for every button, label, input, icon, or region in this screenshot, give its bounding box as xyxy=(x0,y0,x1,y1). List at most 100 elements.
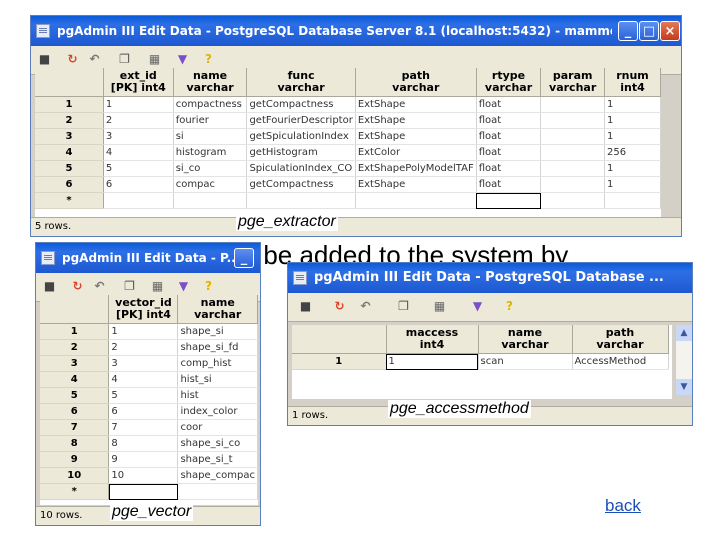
table-cell[interactable]: getFourierDescriptor xyxy=(246,112,356,129)
table-cell[interactable]: ExtColor xyxy=(355,144,477,161)
table-cell[interactable]: shape_compac xyxy=(177,467,258,484)
table-cell[interactable]: AccessMethod xyxy=(572,353,669,370)
row-header[interactable]: 8 xyxy=(40,435,110,452)
table-cell[interactable]: si xyxy=(173,128,248,145)
row-header[interactable]: 9 xyxy=(40,451,110,468)
column-header[interactable]: name varchar xyxy=(177,295,258,324)
table-cell[interactable]: float xyxy=(476,112,542,129)
close-button[interactable]: × xyxy=(660,21,680,41)
column-header[interactable]: name varchar xyxy=(478,325,573,354)
filter-icon[interactable]: ▼ xyxy=(176,279,191,294)
table-cell[interactable]: ExtShapePolyModelTAF xyxy=(355,160,477,177)
filter-icon[interactable]: ▼ xyxy=(470,299,485,314)
delete-icon[interactable]: ▦ xyxy=(147,52,162,67)
row-header[interactable]: 4 xyxy=(40,371,110,388)
table-cell[interactable] xyxy=(540,192,605,209)
table-cell[interactable]: si_co xyxy=(173,160,248,177)
table-cell[interactable]: 1 xyxy=(108,323,179,340)
delete-icon[interactable]: ▦ xyxy=(432,299,447,314)
title-bar[interactable]: pgAdmin III Edit Data - P... _ xyxy=(36,243,260,273)
table-cell[interactable]: coor xyxy=(177,419,258,436)
table-cell[interactable]: getHistogram xyxy=(246,144,356,161)
row-header[interactable]: 6 xyxy=(35,176,104,193)
table-cell[interactable]: getCompactness xyxy=(246,176,356,193)
table-cell[interactable]: 10 xyxy=(108,467,179,484)
corner-cell[interactable] xyxy=(35,68,104,97)
table-cell[interactable]: 1 xyxy=(103,96,174,113)
table-cell[interactable]: ExtShape xyxy=(355,96,477,113)
data-grid[interactable]: vector_id [PK] int4 name varchar 1 1 shape_si… xyxy=(40,295,258,505)
copy-icon[interactable]: ❐ xyxy=(117,52,132,67)
minimize-button[interactable]: _ xyxy=(234,248,254,268)
table-cell[interactable] xyxy=(540,176,605,193)
table-cell[interactable]: 256 xyxy=(604,144,661,161)
row-header[interactable]: 3 xyxy=(35,128,104,145)
row-header[interactable]: 1 xyxy=(40,323,110,340)
row-header[interactable]: * xyxy=(35,192,104,209)
row-header[interactable]: 4 xyxy=(35,144,104,161)
table-cell[interactable]: shape_si_t xyxy=(177,451,258,468)
table-cell[interactable]: shape_si_fd xyxy=(177,339,258,356)
corner-cell[interactable] xyxy=(292,325,387,354)
table-cell[interactable]: float xyxy=(476,160,542,177)
table-cell[interactable] xyxy=(108,483,179,500)
scroll-up-icon[interactable]: ▲ xyxy=(676,325,692,341)
filter-icon[interactable]: ▼ xyxy=(175,52,190,67)
table-cell[interactable]: getSpiculationIndex xyxy=(246,128,356,145)
table-cell[interactable]: index_color xyxy=(177,403,258,420)
row-header[interactable]: 1 xyxy=(292,353,387,370)
row-header[interactable]: 5 xyxy=(40,387,110,404)
refresh-icon[interactable]: ↻ xyxy=(65,52,80,67)
table-cell[interactable]: 4 xyxy=(103,144,174,161)
table-cell[interactable] xyxy=(103,192,174,209)
copy-icon[interactable]: ❐ xyxy=(122,279,137,294)
table-cell[interactable]: 2 xyxy=(103,112,174,129)
table-cell[interactable] xyxy=(355,192,477,209)
table-cell[interactable] xyxy=(604,192,661,209)
undo-icon[interactable]: ↶ xyxy=(358,299,373,314)
table-cell[interactable]: 6 xyxy=(108,403,179,420)
row-header[interactable]: 2 xyxy=(40,339,110,356)
table-cell[interactable] xyxy=(540,128,605,145)
delete-icon[interactable]: ▦ xyxy=(150,279,165,294)
table-cell[interactable]: ExtShape xyxy=(355,128,477,145)
column-header[interactable]: vector_id [PK] int4 xyxy=(108,295,179,324)
table-cell[interactable]: hist_si xyxy=(177,371,258,388)
table-cell[interactable]: SpiculationIndex_CO xyxy=(246,160,356,177)
table-cell[interactable]: 8 xyxy=(108,435,179,452)
table-cell[interactable] xyxy=(540,160,605,177)
table-cell[interactable]: 6 xyxy=(103,176,174,193)
title-bar[interactable]: pgAdmin III Edit Data - PostgreSQL Datab… xyxy=(288,263,692,293)
column-header[interactable]: path varchar xyxy=(355,68,477,97)
table-cell[interactable]: 1 xyxy=(604,160,661,177)
table-cell[interactable]: getCompactness xyxy=(246,96,356,113)
table-cell[interactable]: 7 xyxy=(108,419,179,436)
column-header[interactable]: ext_id [PK] int4 xyxy=(103,68,174,97)
maximize-button[interactable]: □ xyxy=(639,21,659,41)
table-cell[interactable]: fourier xyxy=(173,112,248,129)
table-cell[interactable]: float xyxy=(476,96,542,113)
table-cell[interactable]: float xyxy=(476,144,542,161)
help-icon[interactable]: ? xyxy=(502,299,517,314)
table-cell[interactable]: 4 xyxy=(108,371,179,388)
row-header[interactable]: 7 xyxy=(40,419,110,436)
table-cell[interactable]: ExtShape xyxy=(355,112,477,129)
column-header[interactable]: name varchar xyxy=(173,68,248,97)
save-icon[interactable]: ■ xyxy=(298,299,313,314)
column-header[interactable]: func varchar xyxy=(246,68,356,97)
table-cell[interactable] xyxy=(246,192,356,209)
table-cell[interactable] xyxy=(540,96,605,113)
refresh-icon[interactable]: ↻ xyxy=(332,299,347,314)
vertical-scrollbar[interactable]: ▲ ▼ xyxy=(675,325,692,395)
table-cell[interactable] xyxy=(173,192,248,209)
table-cell[interactable]: 9 xyxy=(108,451,179,468)
minimize-button[interactable]: _ xyxy=(618,21,638,41)
table-cell[interactable] xyxy=(540,112,605,129)
table-cell[interactable]: shape_si xyxy=(177,323,258,340)
column-header[interactable]: rnum int4 xyxy=(604,68,661,97)
table-cell[interactable]: 3 xyxy=(103,128,174,145)
table-cell[interactable]: shape_si_co xyxy=(177,435,258,452)
back-link[interactable]: back xyxy=(605,496,641,516)
table-cell[interactable]: 5 xyxy=(108,387,179,404)
table-cell[interactable]: 1 xyxy=(604,176,661,193)
